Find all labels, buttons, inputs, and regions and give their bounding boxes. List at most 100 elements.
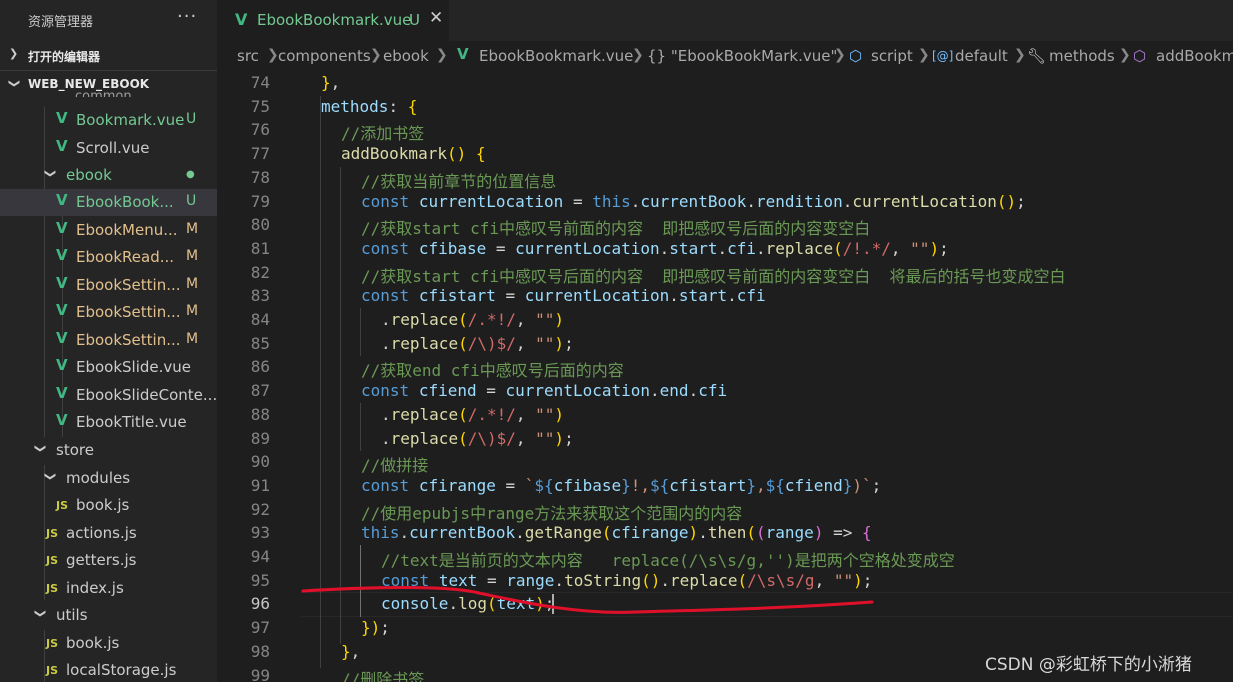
tree-item-label: EbookRead... <box>76 248 175 266</box>
tree-item-label: modules <box>66 469 131 487</box>
tree-item-label: ebook <box>66 166 112 184</box>
chevron-down-icon: ❯ <box>44 471 58 482</box>
tree-item-ebookbook[interactable]: V EbookBook... U <box>0 189 217 216</box>
code-line: .replace(/\)$/, ""); <box>381 333 574 353</box>
code-editor[interactable]: 74}, 75 methods: {76 //添加书签 77 addBookmark() … <box>217 71 1233 682</box>
tree-item-book-js[interactable]: JS book.js <box>0 630 217 657</box>
vue-file-icon: V <box>56 329 68 347</box>
tab-ebookbookmark[interactable]: V EbookBookmark.vue U ✕ <box>217 0 449 41</box>
line-number: 96 <box>250 594 270 614</box>
tree-item-label: EbookMenu... <box>76 221 178 239</box>
line-number: 90 <box>250 452 270 472</box>
breadcrumb-src[interactable]: src <box>237 47 259 65</box>
chevron-right-icon: ❯ <box>370 47 382 63</box>
chevron-right-icon: ❯ <box>834 47 846 63</box>
tree-item-label: EbookBook... <box>76 193 174 211</box>
js-file-icon: JS <box>46 527 59 540</box>
breadcrumb-default[interactable]: default <box>955 47 1008 65</box>
tree-item-label: EbookSettin... <box>76 276 181 294</box>
line-number: 82 <box>250 262 270 282</box>
line-number: 75 <box>250 96 270 116</box>
line-number: 98 <box>250 641 270 661</box>
tree-item-book-js[interactable]: JS book.js <box>0 492 217 519</box>
code-line: .replace(/.*!/, "") <box>381 404 565 424</box>
code-line: //获取当前章节的位置信息 <box>361 171 557 191</box>
tree-item-localstorage-js[interactable]: JS localStorage.js <box>0 657 217 682</box>
git-status-badge: U <box>186 193 197 209</box>
chevron-down-icon: ❯ <box>8 78 22 89</box>
tree-item-label: getters.js <box>66 551 137 569</box>
line-number: 97 <box>250 618 270 638</box>
line-number: 76 <box>250 120 270 140</box>
indent-guide <box>360 403 361 451</box>
git-status-badge: M <box>186 276 199 292</box>
tree-item-ebooksettin[interactable]: V EbookSettin... M <box>0 299 217 326</box>
code-line: console.log(text); <box>381 594 555 614</box>
tree-item-ebookslideconte[interactable]: V EbookSlideConte... <box>0 382 217 409</box>
tree-item-label: EbookSettin... <box>76 331 181 349</box>
breadcrumb-components[interactable]: components <box>278 47 371 65</box>
tree-item-ebookmenu[interactable]: V EbookMenu... M <box>0 217 217 244</box>
code-line: .replace(/\)$/, ""); <box>381 428 574 448</box>
tree-item-utils[interactable]: ❯ utils <box>0 602 217 629</box>
tree-item-ebooktitle-vue[interactable]: V EbookTitle.vue <box>0 409 217 436</box>
line-number: 93 <box>250 523 270 543</box>
code-line: const cfibase = currentLocation.start.cf… <box>361 238 949 258</box>
chevron-right-icon: ❯ <box>1119 47 1131 63</box>
git-status-badge: M <box>186 331 199 347</box>
chevron-right-icon: ❯ <box>632 47 644 63</box>
chevron-down-icon: ❯ <box>34 443 48 454</box>
line-number: 94 <box>250 547 270 566</box>
tree-item-clipped[interactable]: common <box>75 87 132 97</box>
vue-file-icon: V <box>56 384 68 402</box>
code-line: //添加书签 <box>341 124 425 144</box>
js-file-icon: JS <box>56 499 69 512</box>
tree-item-label: EbookSlide.vue <box>76 358 192 376</box>
tree-item-label: Scroll.vue <box>76 139 150 157</box>
chevron-right-icon: ❯ <box>436 47 448 63</box>
tree-item-ebookslide-vue[interactable]: V EbookSlide.vue <box>0 354 217 381</box>
tree-item-ebook[interactable]: ❯ ebook ● <box>0 162 217 189</box>
tree-item-actions-js[interactable]: JS actions.js <box>0 520 217 547</box>
code-line: methods: { <box>321 96 418 116</box>
open-editors-section[interactable]: ❯ 打开的编辑器 <box>0 42 217 68</box>
tree-item-label: book.js <box>66 634 120 652</box>
code-line: //text是当前页的文本内容 replace(/\s\s/g,'')是把两个空… <box>381 551 955 570</box>
line-number: 77 <box>250 144 270 164</box>
line-number: 80 <box>250 215 270 235</box>
vue-file-icon: V <box>56 191 68 209</box>
breadcrumb-methods[interactable]: methods <box>1049 47 1115 65</box>
breadcrumb-component[interactable]: {} "EbookBookMark.vue" <box>647 47 837 65</box>
breadcrumb-script[interactable]: script <box>871 47 913 65</box>
code-line: this.currentBook.getRange(cfirange).then… <box>361 523 872 543</box>
tree-item-index-js[interactable]: JS index.js <box>0 575 217 602</box>
git-status-badge: M <box>186 221 199 237</box>
explorer-title: 资源管理器 <box>28 15 94 30</box>
code-line: .replace(/.*!/, "") <box>381 310 565 329</box>
line-number: 99 <box>250 665 270 682</box>
tree-item-ebookread[interactable]: V EbookRead... M <box>0 244 217 271</box>
tree-item-getters-js[interactable]: JS getters.js <box>0 547 217 574</box>
close-icon[interactable]: ✕ <box>429 8 443 28</box>
untracked-badge: U <box>409 11 420 29</box>
breadcrumb-addbookmark[interactable]: addBookm <box>1156 47 1233 65</box>
tree-item-scroll-vue[interactable]: V Scroll.vue <box>0 135 217 162</box>
tree-item-ebooksettin[interactable]: V EbookSettin... M <box>0 272 217 299</box>
vue-file-icon: V <box>56 219 68 237</box>
code-line: //获取start cfi中感叹号后面的内容 即把感叹号前面的内容变空白 将最后… <box>361 266 1066 286</box>
breadcrumb-ebook[interactable]: ebook <box>383 47 429 65</box>
line-number: 78 <box>250 167 270 187</box>
tree-item-bookmark-vue[interactable]: V Bookmark.vue U <box>0 107 217 134</box>
tree-item-modules[interactable]: ❯ modules <box>0 465 217 492</box>
line-number: 89 <box>250 428 270 448</box>
tree-item-ebooksettin[interactable]: V EbookSettin... M <box>0 327 217 354</box>
line-number: 95 <box>250 570 270 590</box>
explorer-sidebar: 资源管理器 ··· ❯ 打开的编辑器 ❯ WEB_NEW_EBOOK commo… <box>0 0 217 682</box>
tree-item-store[interactable]: ❯ store <box>0 437 217 464</box>
line-number: 83 <box>250 286 270 306</box>
indent-guide-active <box>360 545 361 617</box>
breadcrumb-file[interactable]: EbookBookmark.vue <box>479 47 633 65</box>
code-line: //获取end cfi中感叹号后面的内容 <box>361 361 624 381</box>
more-actions-icon[interactable]: ··· <box>177 6 197 27</box>
tree-item-label: utils <box>56 606 88 624</box>
